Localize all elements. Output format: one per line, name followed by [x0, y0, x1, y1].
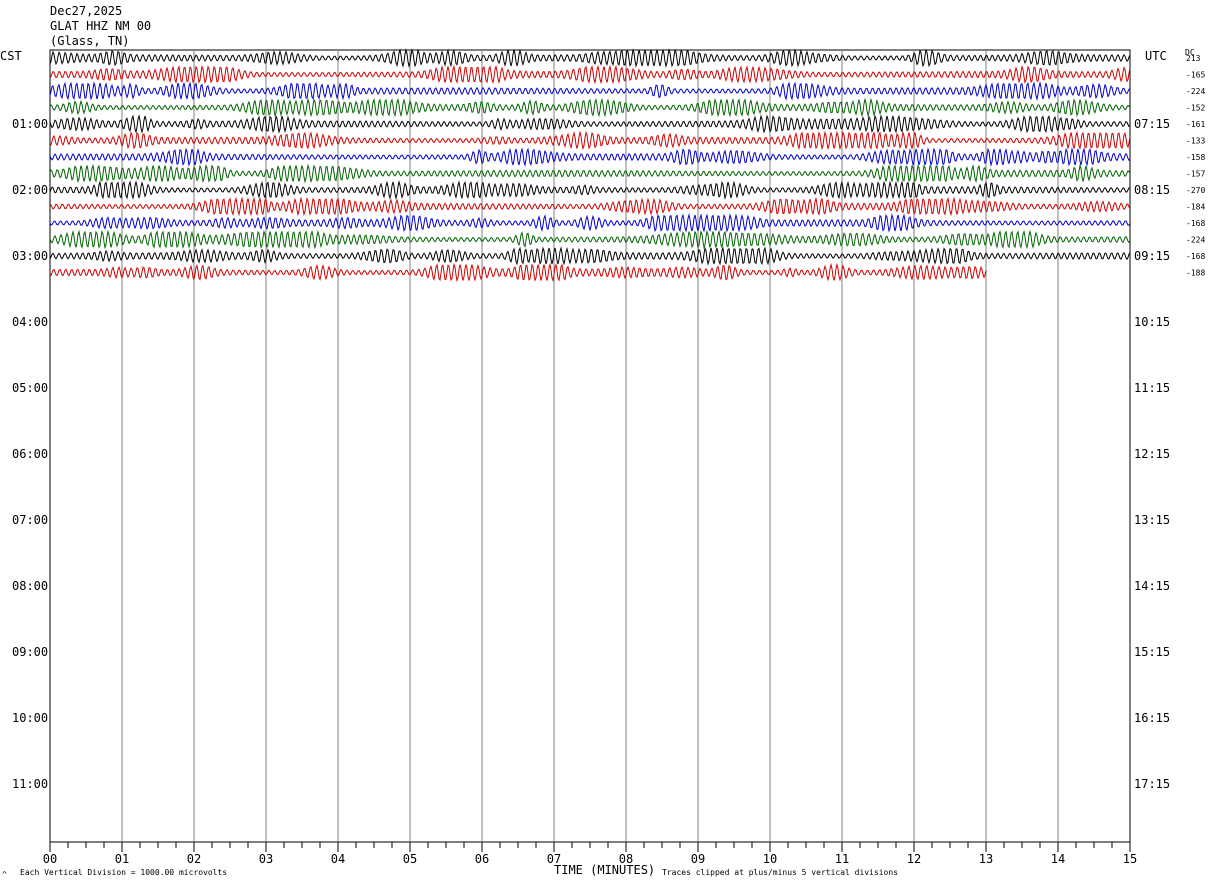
trace-line — [49, 180, 1131, 200]
x-tick-label: 04 — [331, 852, 345, 866]
x-tick-label: 11 — [835, 852, 849, 866]
trace-line — [49, 246, 1131, 266]
clip-note: Traces clipped at plus/minus 5 vertical … — [662, 868, 899, 877]
right-hour-label: 09:15 — [1134, 249, 1170, 263]
dc-offset-value: -168 — [1186, 252, 1205, 261]
left-hour-label: 10:00 — [12, 711, 48, 725]
trace-line — [49, 229, 1131, 250]
x-tick-label: 00 — [43, 852, 57, 866]
left-hour-label: 04:00 — [12, 315, 48, 329]
vertical-division-note: Each Vertical Division = 1000.00 microvo… — [20, 868, 228, 877]
trace-line — [49, 262, 987, 283]
right-hour-label: 08:15 — [1134, 183, 1170, 197]
right-hour-label: 07:15 — [1134, 117, 1170, 131]
dc-offset-value: -188 — [1186, 269, 1205, 278]
x-tick-label: 13 — [979, 852, 993, 866]
left-hour-label: 07:00 — [12, 513, 48, 527]
x-tick-label: 06 — [475, 852, 489, 866]
trace-line — [49, 163, 1131, 184]
trace-line — [49, 196, 1131, 217]
x-tick-label: 02 — [187, 852, 201, 866]
dc-offset-value: -161 — [1186, 120, 1205, 129]
left-hour-label: 08:00 — [12, 579, 48, 593]
dc-offset-value: -133 — [1186, 137, 1205, 146]
right-hour-label: 12:15 — [1134, 447, 1170, 461]
left-hour-label: 11:00 — [12, 777, 48, 791]
dc-offset-value: -157 — [1186, 170, 1205, 179]
dc-offset-value: -184 — [1186, 203, 1205, 212]
right-hour-label: 15:15 — [1134, 645, 1170, 659]
right-hour-label: 11:15 — [1134, 381, 1170, 395]
trace-line — [49, 48, 1131, 68]
trace-line — [49, 64, 1131, 85]
x-tick-label: 01 — [115, 852, 129, 866]
x-axis-title: TIME (MINUTES) — [554, 863, 656, 877]
trace-line — [49, 130, 1131, 151]
x-tick-label: 05 — [403, 852, 417, 866]
x-tick-label: 15 — [1123, 852, 1137, 866]
plot-frame — [49, 49, 1131, 843]
left-hour-label: 03:00 — [12, 249, 48, 263]
left-hour-label: 06:00 — [12, 447, 48, 461]
trace-line — [49, 147, 1131, 167]
left-hour-label: 09:00 — [12, 645, 48, 659]
dc-offset-value: -165 — [1186, 71, 1205, 80]
right-hour-label: 13:15 — [1134, 513, 1170, 527]
right-hour-label: 16:15 — [1134, 711, 1170, 725]
dc-offset-value: -224 — [1186, 87, 1205, 96]
right-hour-label: 10:15 — [1134, 315, 1170, 329]
trace-line — [49, 213, 1131, 233]
trace-line — [49, 114, 1131, 134]
left-hour-label: 02:00 — [12, 183, 48, 197]
dc-offset-value: -152 — [1186, 104, 1205, 113]
x-tick-label: 03 — [259, 852, 273, 866]
x-tick-label: 09 — [691, 852, 705, 866]
dc-offset-value: -158 — [1186, 153, 1205, 162]
dc-offset-value: 213 — [1186, 54, 1201, 63]
x-tick-label: 12 — [907, 852, 921, 866]
left-hour-label: 05:00 — [12, 381, 48, 395]
right-hour-label: 14:15 — [1134, 579, 1170, 593]
seismogram-plot: 00 01 02 03 04 05 06 07 08 09 10 11 12 13 14 1501:0002:… — [12, 48, 1205, 866]
dc-offset-value: -270 — [1186, 186, 1205, 195]
dc-offset-value: -168 — [1186, 219, 1205, 228]
left-hour-label: 01:00 — [12, 117, 48, 131]
trace-line — [49, 97, 1131, 118]
corner-mark: ^ — [2, 870, 7, 879]
right-hour-label: 17:15 — [1134, 777, 1170, 791]
trace-line — [49, 81, 1131, 101]
x-tick-label: 10 — [763, 852, 777, 866]
dc-offset-value: -224 — [1186, 236, 1205, 245]
x-tick-label: 14 — [1051, 852, 1065, 866]
